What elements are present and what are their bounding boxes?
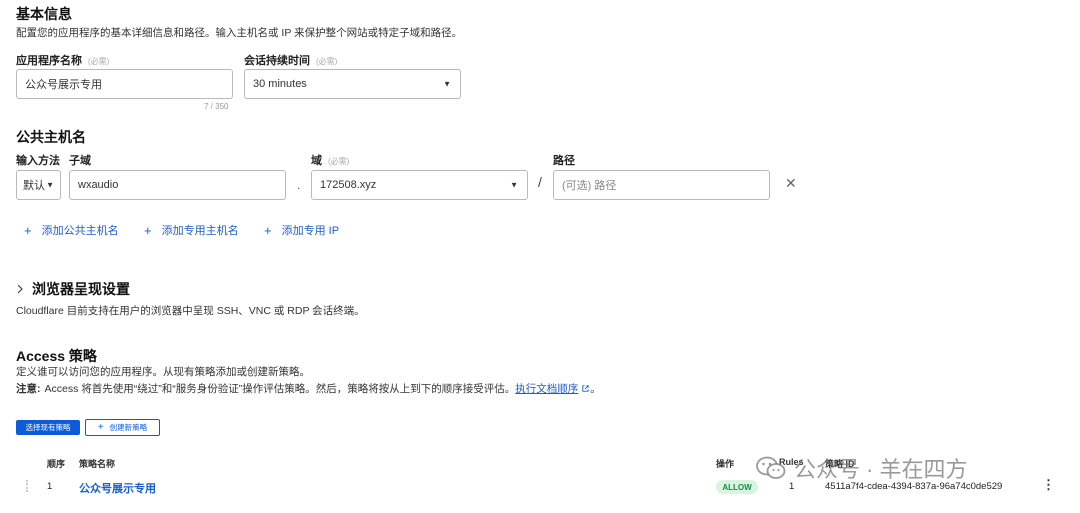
chevron-right-icon [17,284,23,294]
note-order-link[interactable]: 执行文档顺序 [515,381,578,396]
domain-value: 172508.xyz [320,179,377,191]
column-header-name: 策略名称 [79,459,116,469]
basic-info-title: 基本信息 [16,6,72,22]
more-options-icon[interactable]: ⋮ [1042,478,1055,491]
note-text: Access 将首先使用“绕过”和“服务身份验证”操作评估策略。然后，策略将按从… [44,383,516,395]
add-public-hostname-link[interactable]: + 添加公共主机名 [24,222,119,238]
app-name-input[interactable]: 公众号展示专用 [16,69,233,99]
app-name-char-counter: 7 / 350 [204,102,229,111]
domain-label-text: 域 [311,155,322,167]
plus-icon: + [97,422,104,433]
slash-separator: / [538,174,542,190]
add-public-hostname-label: 添加公共主机名 [41,225,119,237]
browser-rendering-description: Cloudflare 目前支持在用户的浏览器中呈现 SSH、VNC 或 RDP … [16,305,365,317]
plus-icon: + [264,222,272,238]
domain-required: (必需) [328,157,350,166]
subdomain-label: 子域 [69,155,91,167]
add-private-ip-label: 添加专用 IP [281,225,340,237]
row-action-badge: ALLOW [716,480,758,494]
path-input[interactable]: (可选) 路径 [553,170,770,200]
caret-down-icon: ▼ [510,180,518,190]
session-duration-value: 30 minutes [253,78,307,90]
note-label: 注意: [16,383,41,395]
basic-info-description: 配置您的应用程序的基本详细信息和路径。输入主机名或 IP 来保护整个网站或特定子… [16,27,463,39]
domain-select[interactable]: 172508.xyz ▼ [311,170,528,200]
column-header-order: 顺序 [47,459,66,469]
access-policies-description: 定义谁可以访问您的应用程序。从现有策略添加或创建新策略。 [16,366,310,378]
add-private-ip-link[interactable]: + 添加专用 IP [264,222,339,238]
input-method-value: 默认 [23,180,45,192]
access-policies-note: 注意: Access 将首先使用“绕过”和“服务身份验证”操作评估策略。然后，策… [16,381,601,396]
app-name-value: 公众号展示专用 [25,79,102,91]
plus-icon: + [144,222,152,238]
input-method-label: 输入方法 [16,155,60,167]
path-placeholder: (可选) 路径 [562,180,617,192]
select-existing-policy-button[interactable]: 选择现有策略 [16,420,80,435]
session-duration-required: (必需) [316,57,338,66]
external-link-icon[interactable] [581,384,590,393]
plus-icon: + [24,222,32,238]
watermark: 公众号 · 羊在四方 [756,452,968,484]
note-end: 。 [590,383,601,395]
drag-handle-icon[interactable] [26,480,31,492]
path-label: 路径 [553,155,575,167]
add-private-hostname-link[interactable]: + 添加专用主机名 [144,222,239,238]
caret-down-icon: ▼ [443,79,451,89]
subdomain-input[interactable]: wxaudio [69,170,286,200]
close-icon[interactable]: ✕ [785,175,797,192]
public-hostname-title: 公共主机名 [16,129,86,145]
dot-separator: . [297,178,301,192]
session-duration-select[interactable]: 30 minutes ▼ [244,69,461,99]
wechat-icon [756,456,786,479]
column-header-action: 操作 [716,459,735,469]
browser-rendering-title: 浏览器呈现设置 [32,281,130,297]
domain-label: 域 (必需) [311,152,349,168]
app-name-label: 应用程序名称 (必需) [16,52,109,68]
browser-rendering-toggle[interactable]: 浏览器呈现设置 [16,279,130,299]
row-policy-name-link[interactable]: 公众号展示专用 [79,480,156,496]
access-policies-title: Access 策略 [16,348,97,364]
app-name-label-text: 应用程序名称 [16,55,82,67]
input-method-select[interactable]: 默认 ▼ [16,170,61,200]
subdomain-value: wxaudio [78,179,119,191]
create-new-policy-label: 创建新策略 [109,423,148,432]
caret-down-icon: ▼ [46,180,54,190]
session-duration-label: 会话持续时间 (必需) [244,52,337,68]
app-name-required: (必需) [88,57,110,66]
session-duration-label-text: 会话持续时间 [244,55,310,67]
create-new-policy-button[interactable]: + 创建新策略 [85,419,160,436]
watermark-text: 公众号 · 羊在四方 [794,457,968,482]
row-order: 1 [47,481,53,492]
add-private-hostname-label: 添加专用主机名 [161,225,239,237]
